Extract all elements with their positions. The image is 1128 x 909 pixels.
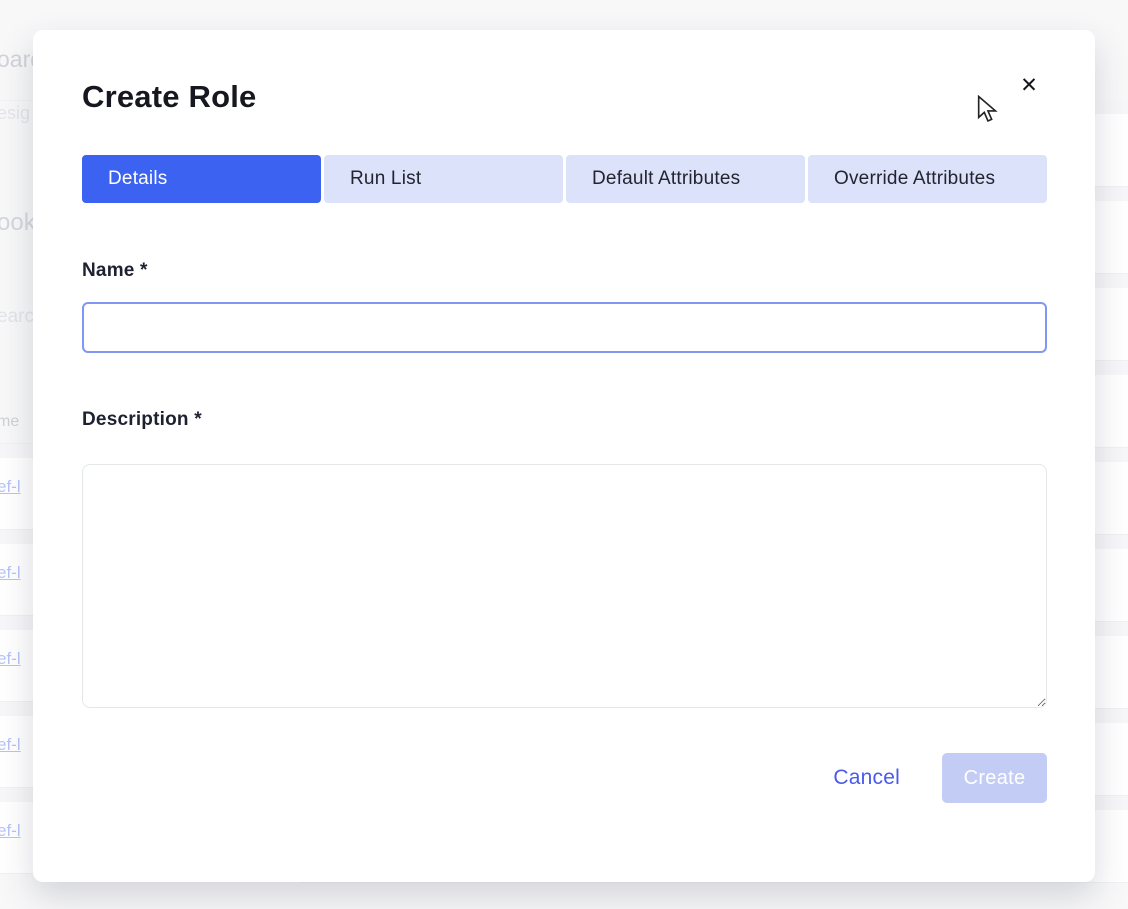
description-label: Description * [82,409,202,430]
cancel-button[interactable]: Cancel [831,762,902,794]
modal-actions: Cancel Create [82,753,1047,803]
name-input[interactable] [82,302,1047,353]
name-label: Name * [82,260,148,281]
modal-tab-bar: Details Run List Default Attributes Over… [82,155,1047,203]
description-textarea[interactable] [82,464,1047,708]
create-role-modal: Create Role ✕ Details Run List Default A… [33,30,1095,882]
close-icon[interactable]: ✕ [1015,72,1043,100]
tab-override-attributes[interactable]: Override Attributes [808,155,1047,203]
screen: oard esig ook earc me ef-l ef-l ef-l [0,0,1128,909]
tab-default-attributes[interactable]: Default Attributes [566,155,805,203]
tab-details[interactable]: Details [82,155,321,203]
tab-run-list[interactable]: Run List [324,155,563,203]
create-button[interactable]: Create [942,753,1047,803]
modal-title: Create Role [82,79,257,114]
